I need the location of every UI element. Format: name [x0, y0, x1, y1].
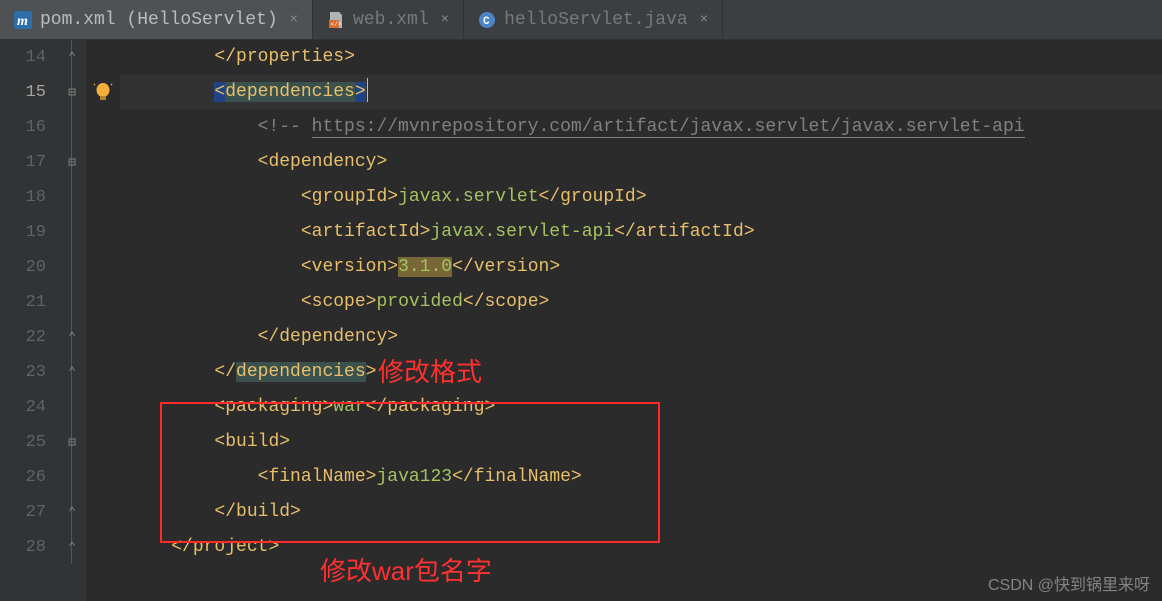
code-line: <dependency> [120, 145, 1162, 180]
close-icon[interactable]: × [290, 12, 298, 28]
code-area[interactable]: </properties> <dependencies> <!-- https:… [120, 40, 1162, 601]
maven-icon: m [14, 11, 32, 29]
fold-end-icon[interactable]: ⌃ [63, 503, 81, 521]
code-line: </dependency> [120, 320, 1162, 355]
comment-link[interactable]: https://mvnrepository.com/artifact/javax… [312, 117, 1025, 138]
tab-label: web.xml [353, 10, 429, 30]
code-line: </project> [120, 530, 1162, 565]
fold-end-icon[interactable]: ⌃ [63, 48, 81, 66]
java-class-icon: C [478, 11, 496, 29]
svg-text:</>: </> [331, 21, 342, 28]
line-number: 23 [0, 355, 46, 390]
tab-hello-servlet-java[interactable]: C helloServlet.java × [464, 0, 723, 39]
fold-open-icon[interactable]: ⊟ [63, 83, 81, 101]
lightbulb-icon[interactable] [92, 81, 114, 103]
fold-end-icon[interactable]: ⌃ [63, 538, 81, 556]
line-number: 26 [0, 460, 46, 495]
line-number: 28 [0, 530, 46, 565]
editor-tabs: m pom.xml (HelloServlet) × </> web.xml ×… [0, 0, 1162, 40]
svg-text:m: m [17, 14, 28, 29]
line-number: 19 [0, 215, 46, 250]
code-line: </dependencies> [120, 355, 1162, 390]
line-number: 27 [0, 495, 46, 530]
tab-web-xml[interactable]: </> web.xml × [313, 0, 464, 39]
xml-icon: </> [327, 11, 345, 29]
fold-end-icon[interactable]: ⌃ [63, 363, 81, 381]
fold-guide [71, 40, 72, 564]
code-line: <!-- https://mvnrepository.com/artifact/… [120, 110, 1162, 145]
svg-text:C: C [483, 16, 490, 28]
code-line: <build> [120, 425, 1162, 460]
tab-pom-xml[interactable]: m pom.xml (HelloServlet) × [0, 0, 313, 39]
intention-gutter [86, 40, 120, 601]
fold-open-icon[interactable]: ⊟ [63, 153, 81, 171]
tab-label: pom.xml (HelloServlet) [40, 10, 278, 30]
line-number: 17 [0, 145, 46, 180]
code-line-active: <dependencies> [120, 75, 1162, 110]
close-icon[interactable]: × [441, 12, 449, 28]
line-number: 25 [0, 425, 46, 460]
fold-end-icon[interactable]: ⌃ [63, 328, 81, 346]
line-number: 14 [0, 40, 46, 75]
fold-gutter: ⌃ ⊟ ⊟ ⌃ ⌃ ⊟ ⌃ ⌃ [60, 40, 86, 601]
line-number-gutter: 14 15 16 17 18 19 20 21 22 23 24 25 26 2… [0, 40, 60, 601]
code-line: <packaging>war</packaging> [120, 390, 1162, 425]
line-number: 20 [0, 250, 46, 285]
line-number: 15 [0, 75, 46, 110]
tab-label: helloServlet.java [504, 10, 688, 30]
code-line: <version>3.1.0</version> [120, 250, 1162, 285]
close-icon[interactable]: × [700, 12, 708, 28]
text-caret [367, 78, 368, 102]
fold-open-icon[interactable]: ⊟ [63, 433, 81, 451]
line-number: 22 [0, 320, 46, 355]
code-line: </build> [120, 495, 1162, 530]
code-line: <scope>provided</scope> [120, 285, 1162, 320]
line-number: 16 [0, 110, 46, 145]
line-number: 18 [0, 180, 46, 215]
code-line: <artifactId>javax.servlet-api</artifactI… [120, 215, 1162, 250]
line-number: 24 [0, 390, 46, 425]
code-line: <groupId>javax.servlet</groupId> [120, 180, 1162, 215]
editor-area: 14 15 16 17 18 19 20 21 22 23 24 25 26 2… [0, 40, 1162, 601]
code-line: <finalName>java123</finalName> [120, 460, 1162, 495]
code-line: </properties> [120, 40, 1162, 75]
line-number: 21 [0, 285, 46, 320]
